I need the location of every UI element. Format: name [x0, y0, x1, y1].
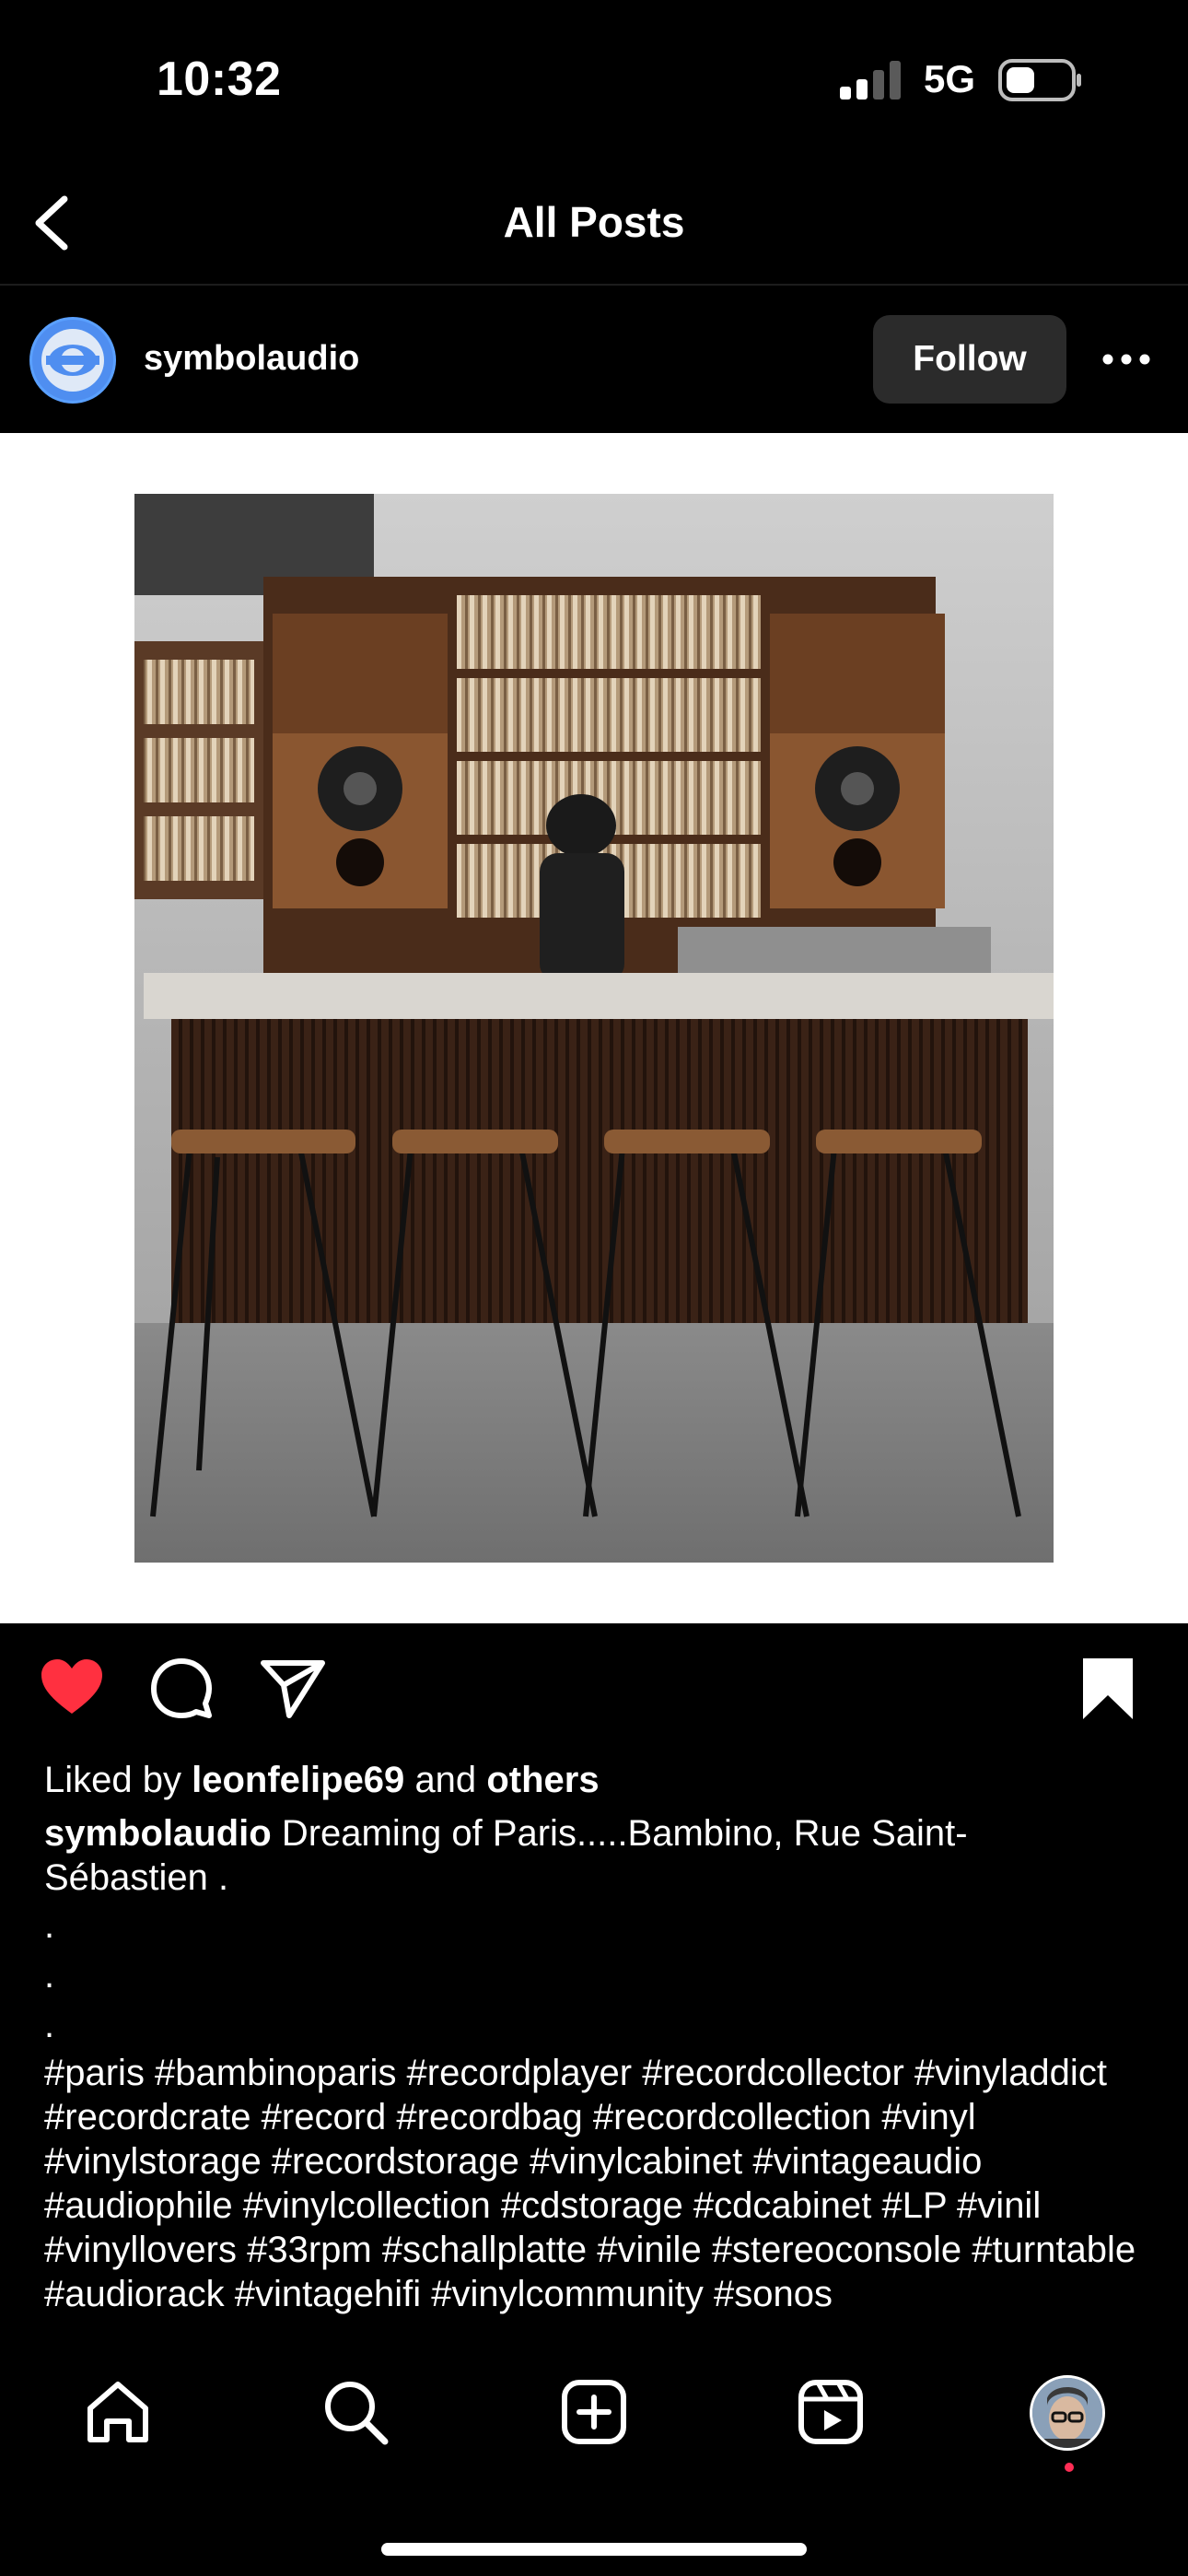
cellular-signal-icon — [840, 61, 901, 100]
liked-and: and — [414, 1760, 477, 1800]
caption-dot: . — [44, 1955, 55, 1996]
bookmark-filled-icon[interactable] — [1079, 1655, 1136, 1723]
paper-plane-icon[interactable] — [260, 1658, 326, 1719]
caption-username[interactable]: symbolaudio — [44, 1813, 272, 1854]
create-icon[interactable] — [557, 2375, 631, 2449]
profile-avatar[interactable] — [1030, 2375, 1105, 2451]
caption-dots: . . . — [44, 1903, 54, 2053]
avatar[interactable] — [29, 317, 116, 404]
likes-summary[interactable]: Liked by leonfelipe69 and others — [44, 1758, 600, 1802]
caption-dot: . — [44, 2005, 55, 2045]
post-photo[interactable] — [134, 494, 1054, 1563]
caption-text-line2: Sébastien . — [44, 1857, 229, 1898]
follow-button[interactable]: Follow — [873, 315, 1066, 404]
battery-icon — [998, 59, 1081, 101]
reels-icon[interactable] — [794, 2375, 868, 2449]
caption-text-line1: Dreaming of Paris.....Bambino, Rue Saint… — [281, 1813, 968, 1854]
brand-logo-icon — [32, 320, 113, 401]
page-title: All Posts — [503, 198, 685, 246]
liked-others-link[interactable]: others — [486, 1760, 599, 1800]
post-caption: symbolaudio Dreaming of Paris.....Bambin… — [44, 1811, 1094, 1900]
comment-icon[interactable] — [149, 1657, 214, 1721]
home-icon[interactable] — [81, 2375, 155, 2449]
divider — [0, 284, 1188, 286]
search-icon[interactable] — [319, 2375, 392, 2449]
caption-hashtags[interactable]: #paris #bambinoparis #recordplayer #reco… — [44, 2051, 1149, 2349]
liked-user-link[interactable]: leonfelipe69 — [192, 1760, 404, 1800]
notification-dot — [1065, 2463, 1074, 2472]
status-time: 10:32 — [157, 53, 282, 106]
heart-filled-icon[interactable] — [39, 1657, 105, 1717]
post-username[interactable]: symbolaudio — [144, 339, 359, 379]
more-horizontal-icon[interactable] — [1101, 343, 1151, 376]
profile-photo — [1032, 2378, 1102, 2448]
home-indicator[interactable] — [381, 2543, 807, 2556]
liked-prefix: Liked by — [44, 1760, 181, 1800]
network-type: 5G — [924, 57, 976, 100]
caption-dot: . — [44, 1905, 55, 1946]
